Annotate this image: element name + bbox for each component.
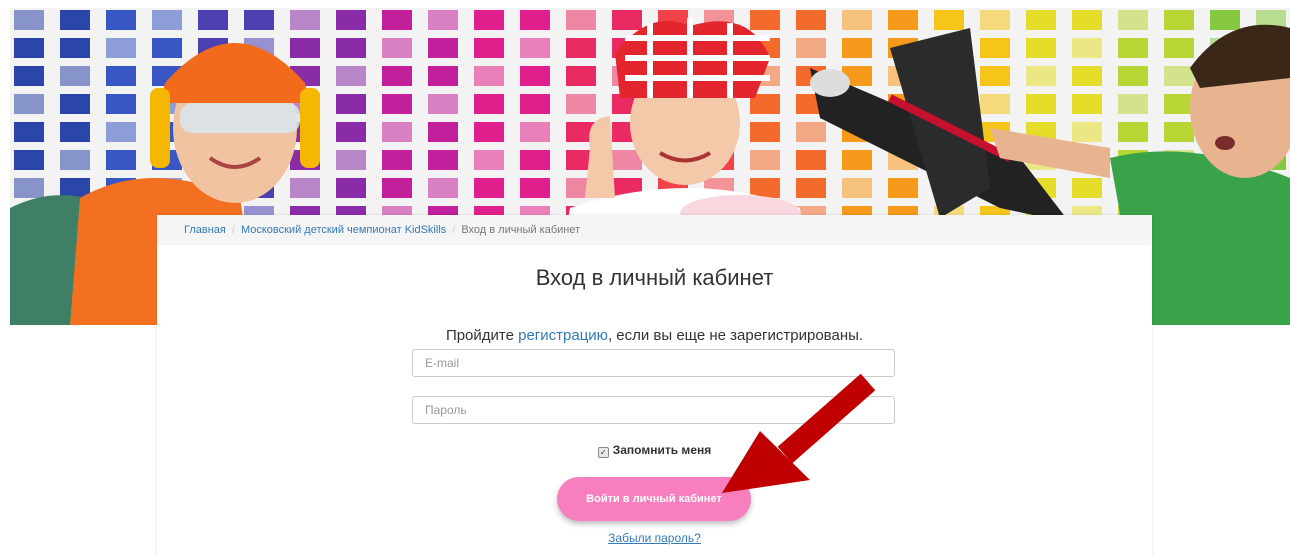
registration-note-suffix: , если вы еще не зарегистрированы. <box>607 327 864 344</box>
breadcrumb-home-link[interactable]: Главная <box>184 224 226 236</box>
remember-me-label[interactable]: Запомнить меня <box>613 443 712 457</box>
password-input[interactable] <box>412 396 895 424</box>
remember-me-row: ✓ Запомнить меня <box>157 443 1152 458</box>
breadcrumb-separator: / <box>231 224 235 236</box>
email-input[interactable] <box>412 349 895 377</box>
top-border <box>0 0 1290 8</box>
page-title: Вход в личный кабинет <box>535 265 774 290</box>
breadcrumb-current: Вход в личный кабинет <box>461 224 581 236</box>
registration-note-prefix: Пройдите <box>445 327 519 344</box>
registration-note: Пройдите регистрацию, если вы еще не зар… <box>157 327 1152 344</box>
registration-link[interactable]: регистрацию <box>518 327 608 344</box>
remember-me-checkbox[interactable]: ✓ <box>597 447 609 458</box>
forgot-password-link[interactable]: Забыли пароль? <box>157 531 1152 545</box>
breadcrumb-championship-link[interactable]: Московский детский чемпионат KidSkills <box>241 224 446 236</box>
breadcrumb: Главная / Московский детский чемпионат Kid… <box>157 215 1152 245</box>
breadcrumb-separator: / <box>452 224 456 236</box>
login-button[interactable]: Войти в личный кабинет <box>557 477 751 521</box>
login-card: Главная / Московский детский чемпионат Kid… <box>157 215 1152 558</box>
